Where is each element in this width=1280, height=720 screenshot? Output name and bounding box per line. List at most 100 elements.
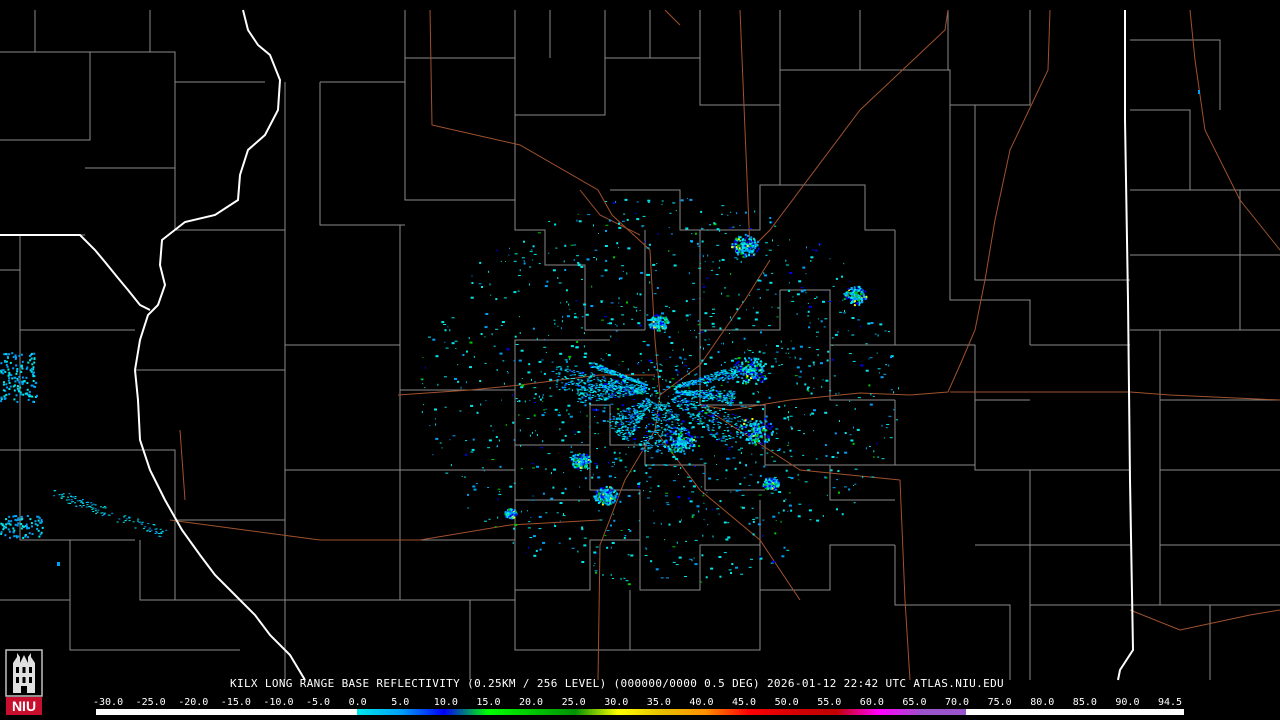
echo-pixel — [681, 391, 684, 393]
echo-pixel — [760, 331, 762, 334]
echo-pixel — [652, 324, 655, 327]
echo-pixel — [751, 453, 753, 455]
echo-pixel — [645, 445, 648, 447]
echo-pixel — [618, 431, 621, 433]
echo-pixel — [762, 365, 765, 367]
echo-pixel — [707, 429, 710, 431]
echo-pixel — [686, 409, 689, 411]
echo-pixel — [694, 329, 695, 331]
echo-pixel — [699, 404, 702, 405]
echo-pixel — [742, 433, 745, 436]
echo-pixel — [470, 296, 474, 299]
echo-pixel — [561, 421, 565, 424]
echo-pixel — [713, 408, 715, 410]
echo-pixel — [828, 300, 832, 302]
echo-pixel — [673, 398, 676, 400]
echo-pixel — [665, 423, 668, 425]
echo-pixel — [658, 419, 661, 421]
echo-pixel — [727, 419, 730, 421]
echo-pixel — [707, 524, 709, 526]
echo-pixel — [726, 381, 729, 383]
echo-pixel — [666, 385, 670, 388]
echo-pixel — [497, 498, 499, 501]
echo-pixel — [666, 359, 668, 360]
echo-pixel — [709, 398, 712, 399]
echo-pixel — [646, 442, 648, 444]
echo-pixel — [687, 408, 690, 410]
echo-pixel — [748, 238, 751, 241]
echo-pixel — [669, 212, 672, 214]
echo-pixel — [574, 374, 576, 376]
echo-pixel — [471, 448, 475, 451]
echo-pixel — [705, 576, 708, 579]
echo-pixel — [633, 446, 635, 448]
echo-pixel — [662, 414, 665, 416]
echo-pixel — [736, 212, 738, 215]
echo-pixel — [623, 386, 626, 388]
echo-pixel — [672, 440, 675, 443]
echo-pixel — [737, 368, 740, 371]
echo-pixel — [651, 435, 654, 437]
echo-pixel — [681, 420, 685, 423]
echo-pixel — [529, 250, 533, 252]
echo-pixel — [744, 371, 747, 374]
echo-pixel — [696, 436, 699, 439]
echo-pixel — [677, 440, 680, 443]
echo-pixel — [717, 398, 720, 400]
echo-pixel — [797, 473, 799, 476]
echo-pixel — [633, 411, 636, 412]
echo-pixel — [704, 407, 707, 409]
echo-pixel — [671, 399, 674, 401]
echo-pixel — [614, 385, 617, 387]
echo-pixel — [722, 373, 725, 375]
echo-pixel — [736, 258, 739, 260]
echo-pixel — [484, 520, 487, 522]
echo-pixel — [741, 494, 745, 496]
echo-pixel — [622, 415, 625, 417]
echo-pixel — [563, 260, 565, 263]
echo-pixel — [609, 322, 612, 325]
echo-pixel — [579, 381, 582, 383]
echo-pixel — [553, 468, 557, 471]
echo-pixel — [670, 436, 673, 439]
echo-pixel — [614, 422, 617, 424]
echo-pixel — [671, 410, 673, 413]
echo-pixel — [650, 395, 652, 397]
echo-pixel — [617, 385, 620, 387]
echo-pixel — [592, 375, 595, 377]
echo-pixel — [445, 472, 449, 474]
echo-pixel — [799, 370, 802, 373]
echo-pixel — [833, 375, 836, 377]
echo-pixel — [645, 408, 648, 409]
echo-pixel — [631, 318, 634, 320]
county-line — [1159, 400, 1280, 471]
echo-pixel — [886, 424, 890, 425]
echo-pixel — [865, 447, 867, 450]
echo-pixel — [643, 410, 646, 411]
echo-pixel — [720, 440, 724, 442]
echo-pixel — [620, 420, 623, 422]
echo-pixel — [533, 387, 537, 389]
echo-pixel — [517, 290, 520, 292]
echo-pixel — [609, 378, 612, 380]
echo-pixel — [688, 384, 691, 386]
echo-pixel — [745, 359, 748, 362]
echo-pixel — [610, 491, 613, 494]
echo-pixel — [539, 548, 542, 551]
echo-pixel — [756, 438, 759, 441]
echo-pixel — [674, 441, 677, 444]
echo-pixel — [703, 285, 705, 288]
echo-pixel — [620, 428, 623, 430]
echo-pixel — [745, 379, 748, 382]
echo-pixel — [838, 392, 840, 394]
echo-pixel — [443, 324, 447, 325]
echo-pixel — [577, 317, 579, 319]
county-line — [399, 390, 515, 471]
echo-pixel — [534, 381, 536, 383]
echo-pixel — [450, 464, 452, 467]
echo-pixel — [595, 490, 598, 493]
echo-pixel — [680, 467, 682, 469]
echo-pixel — [849, 280, 851, 282]
echo-pixel — [618, 226, 622, 229]
echo-pixel — [717, 424, 720, 426]
